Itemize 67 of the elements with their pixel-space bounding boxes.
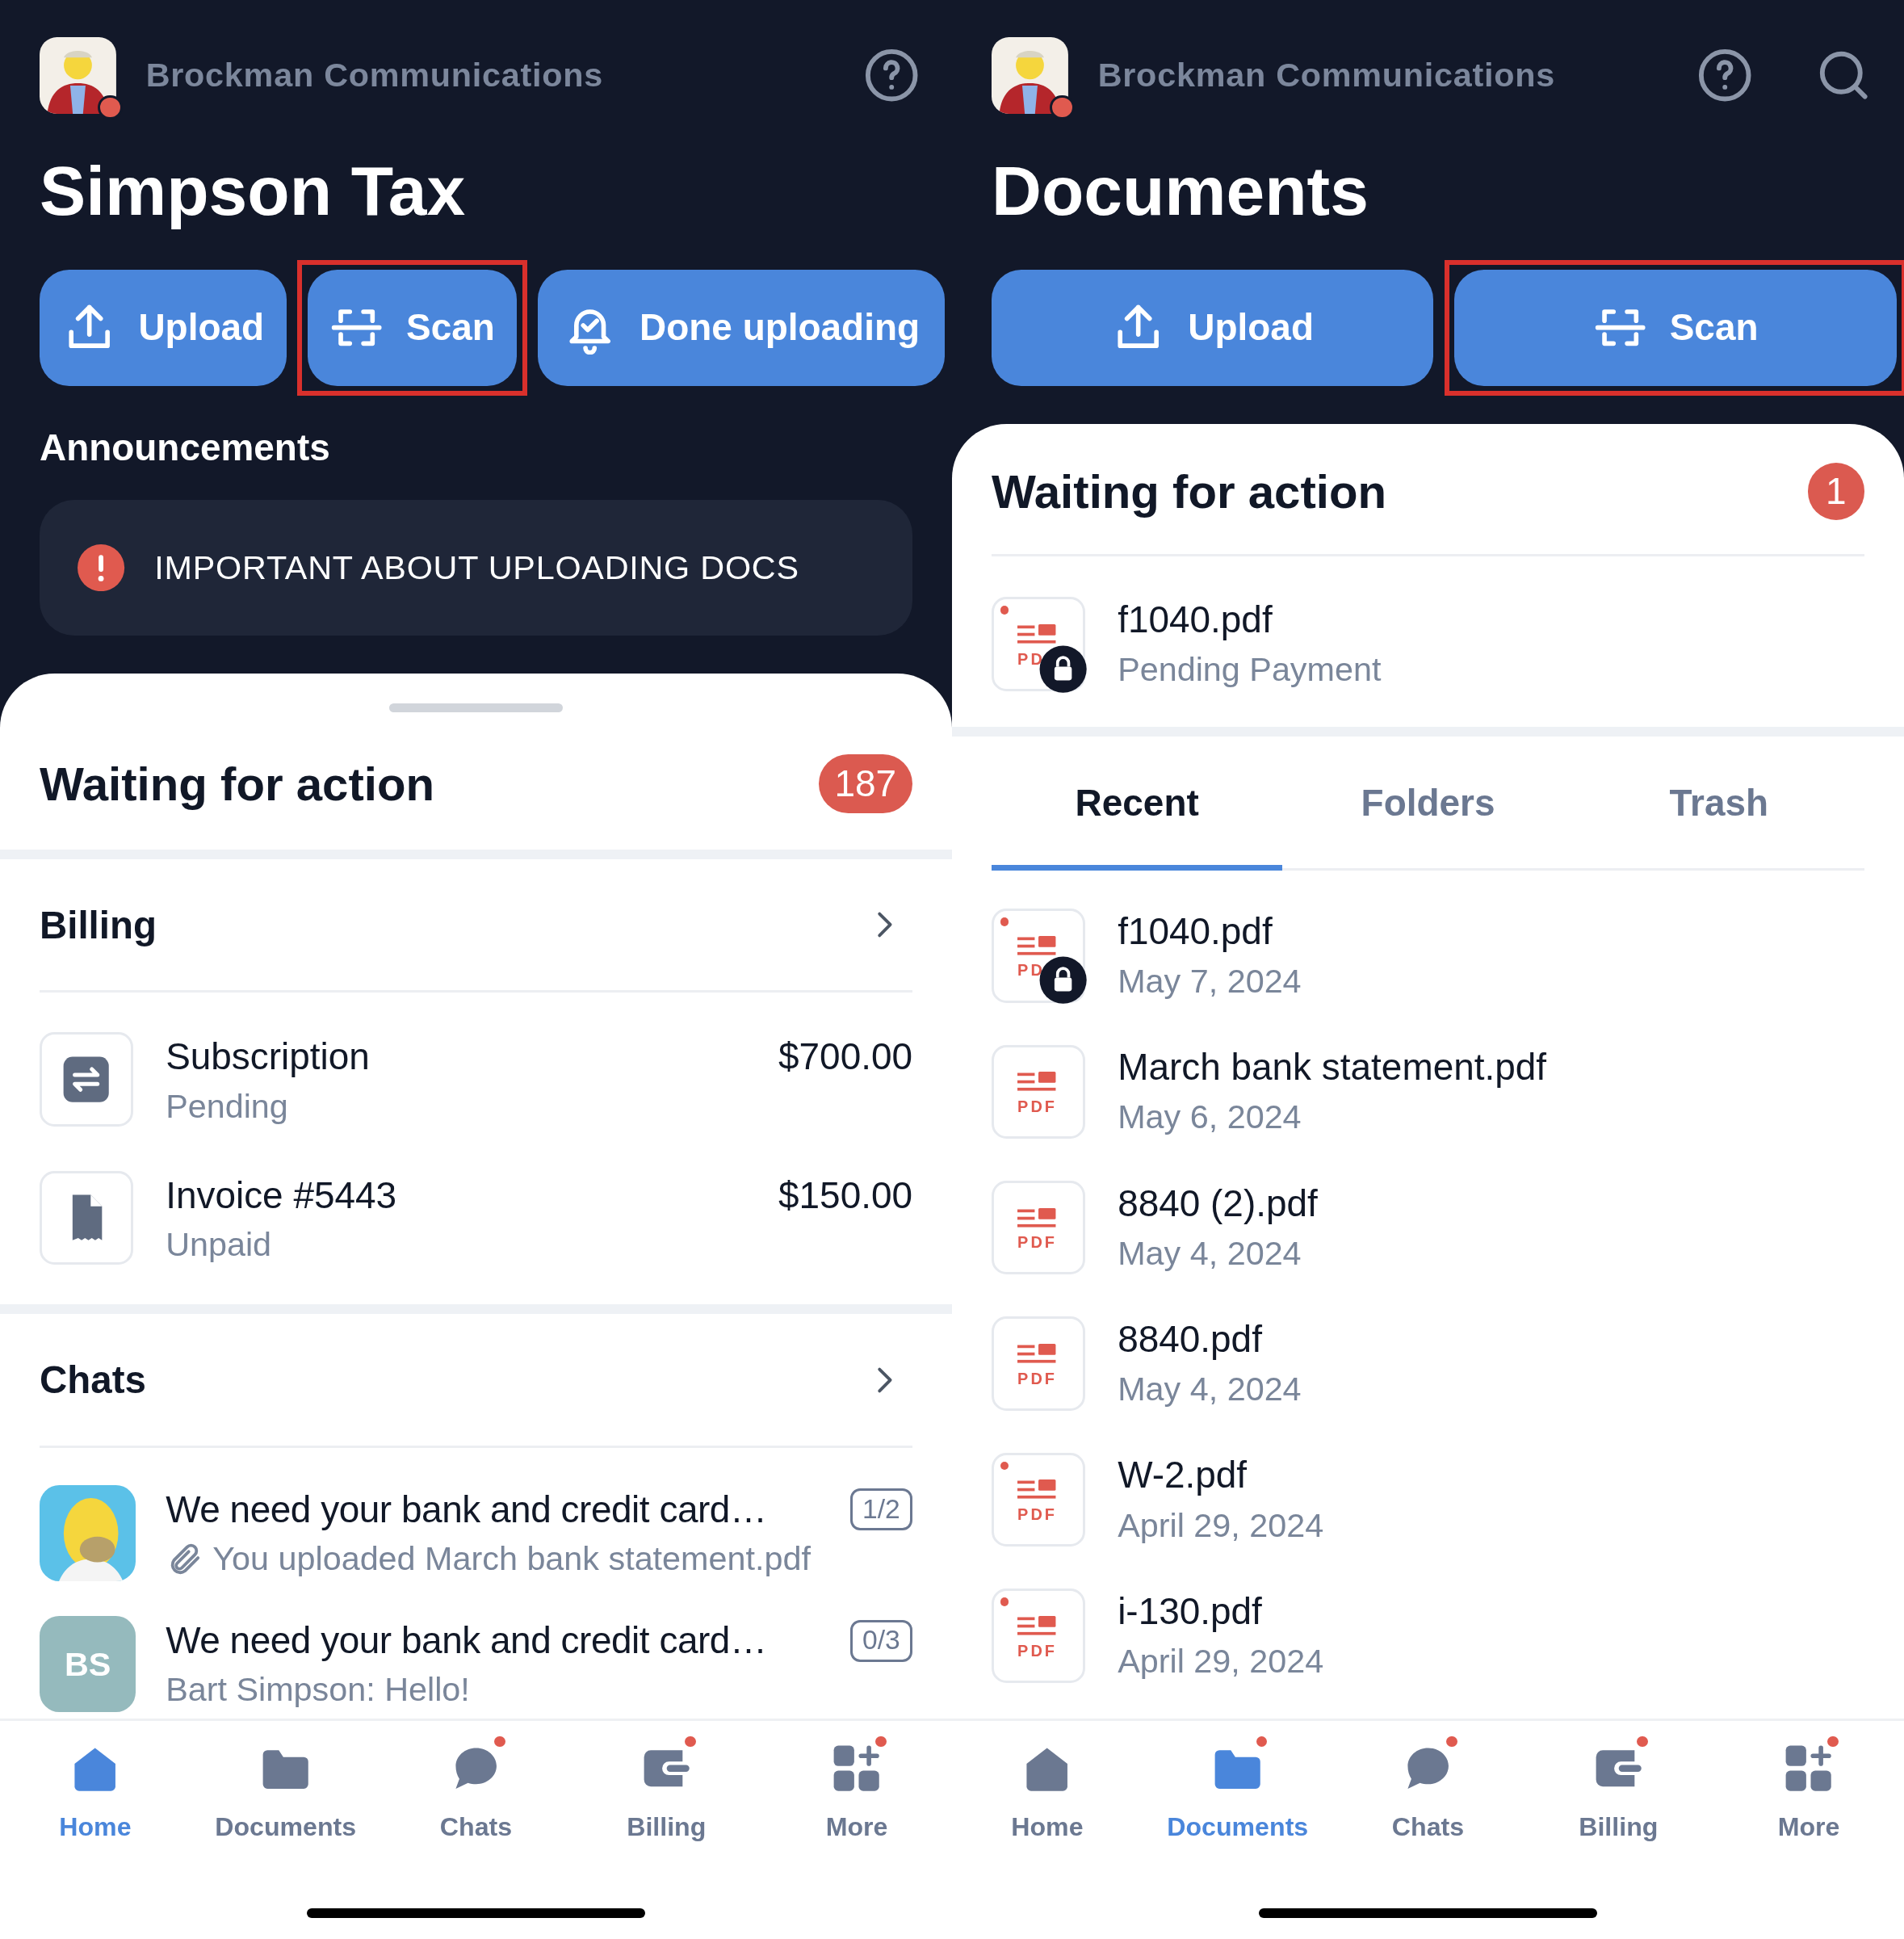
file-type-label: PDF [1017, 1643, 1058, 1660]
tab-bar-item[interactable]: Chats [1332, 1728, 1524, 1847]
company-name: Brockman Communications [1097, 56, 1556, 96]
tab[interactable]: Recent [992, 737, 1283, 871]
chat-title: We need your bank and credit card… [166, 1487, 767, 1532]
file-type-label: PDF [1017, 1507, 1058, 1524]
sheet-title: Waiting for action [992, 464, 1387, 519]
file-name: March bank statement.pdf [1118, 1045, 1547, 1090]
action-button[interactable]: Done uploading [538, 269, 945, 386]
file-date: May 4, 2024 [1118, 1233, 1302, 1274]
file-type-label: PD [1017, 963, 1045, 980]
tab[interactable]: Trash [1573, 737, 1865, 871]
file-name: f1040.pdf [1118, 909, 1273, 954]
file-date: May 4, 2024 [1118, 1370, 1302, 1410]
file-type-label: PDF [1017, 1370, 1058, 1387]
action-button[interactable]: Scan [1454, 269, 1897, 386]
progress-badge: 0/3 [849, 1619, 913, 1662]
action-button[interactable]: Upload [40, 269, 287, 386]
amount: $700.00 [778, 1035, 913, 1080]
count-badge: 1 [1807, 463, 1865, 520]
file-name: i-130.pdf [1118, 1589, 1263, 1634]
file-type-label: PDF [1017, 1235, 1058, 1252]
file-date: Pending Payment [1118, 650, 1382, 690]
item-status: Pending [166, 1086, 289, 1127]
tab-bar-item[interactable]: Billing [571, 1728, 762, 1847]
section-title: Billing [40, 902, 157, 948]
count-badge: 187 [818, 753, 913, 814]
file-type-label: PDF [1017, 1098, 1058, 1115]
page-title: Documents [992, 150, 1369, 231]
progress-badge: 1/2 [849, 1488, 913, 1531]
tab-bar-item[interactable]: More [1713, 1728, 1904, 1847]
action-button[interactable]: Upload [992, 269, 1434, 386]
alert-icon [78, 544, 125, 591]
tab-bar-item[interactable]: More [761, 1728, 952, 1847]
drag-handle[interactable] [389, 703, 563, 712]
message-preview: You uploaded March bank statement.pdf [212, 1539, 811, 1579]
announcement-card[interactable]: IMPORTANT ABOUT UPLOADING DOCS [40, 499, 913, 636]
message-preview: Bart Simpson: Hello! [166, 1670, 470, 1710]
file-type-label: PD [1017, 651, 1045, 668]
tab-bar-item[interactable]: Chats [380, 1728, 572, 1847]
tab-bar-item[interactable]: Home [952, 1728, 1143, 1847]
file-date: May 6, 2024 [1118, 1098, 1302, 1138]
tab-bar-item[interactable]: Documents [1142, 1728, 1333, 1847]
file-name: f1040.pdf [1118, 597, 1273, 642]
announcement-text: IMPORTANT ABOUT UPLOADING DOCS [154, 548, 799, 588]
tab[interactable]: Folders [1282, 737, 1574, 871]
company-name: Brockman Communications [145, 56, 604, 96]
chat-title: We need your bank and credit card… [166, 1618, 767, 1663]
sheet-title: Waiting for action [40, 756, 435, 812]
page-title: Simpson Tax [40, 150, 467, 231]
file-date: May 7, 2024 [1118, 961, 1302, 1001]
file-name: 8840 (2).pdf [1118, 1181, 1318, 1226]
file-name: 8840.pdf [1118, 1316, 1263, 1362]
initials-avatar: BS [40, 1615, 136, 1713]
amount: $150.00 [778, 1173, 913, 1218]
file-name: W-2.pdf [1118, 1453, 1248, 1498]
file-date: April 29, 2024 [1118, 1642, 1324, 1682]
file-date: April 29, 2024 [1118, 1505, 1324, 1546]
section-title: Chats [40, 1357, 146, 1403]
section-title: Announcements [40, 425, 331, 470]
item-status: Unpaid [166, 1225, 273, 1265]
tab-bar-item[interactable]: Billing [1523, 1728, 1714, 1847]
item-title: Invoice #5443 [166, 1173, 397, 1218]
tab-bar-item[interactable]: Home [0, 1728, 191, 1847]
action-button[interactable]: Scan [307, 269, 518, 386]
item-title: Subscription [166, 1035, 370, 1080]
tab-bar-item[interactable]: Documents [190, 1728, 381, 1847]
